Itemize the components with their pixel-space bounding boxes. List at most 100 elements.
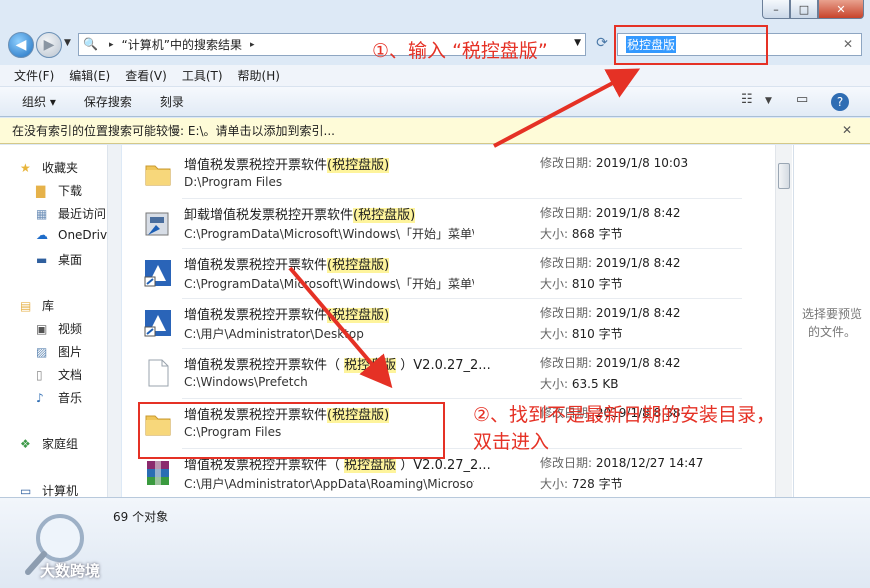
- breadcrumb-separator-icon[interactable]: ▸: [250, 40, 255, 50]
- preview-message: 选择要预览的文件。: [801, 307, 862, 339]
- result-name: 增值税发票税控开票软件(税控盘版): [184, 308, 390, 323]
- nav-libraries[interactable]: ▤ 库: [20, 297, 54, 314]
- result-path: D:\Program Files: [184, 175, 283, 189]
- result-row[interactable]: 增值税发票税控开票软件(税控盘版) C:\ProgramData\Microsof…: [136, 249, 766, 297]
- result-row[interactable]: 卸载增值税发票税控开票软件(税控盘版) C:\ProgramData\Micros…: [136, 199, 766, 247]
- menu-file[interactable]: 文件(F): [14, 67, 54, 84]
- result-path: C:\ProgramData\Microsoft\Windows\「开始」菜单\…: [184, 277, 474, 291]
- close-button[interactable]: ✕: [818, 0, 864, 19]
- menu-view[interactable]: 查看(V): [125, 67, 167, 84]
- result-row[interactable]: 增值税发票税控开票软件(税控盘版) D:\Program Files 修改日期: 2…: [136, 149, 766, 197]
- results-scrollbar[interactable]: [775, 145, 792, 497]
- forward-button[interactable]: ▶: [36, 32, 62, 58]
- result-size: 大小: 810 字节: [540, 277, 623, 291]
- result-modified: 修改日期: 2019/1/8 8:42: [540, 356, 681, 370]
- breadcrumb-search-results[interactable]: “计算机”中的搜索结果: [122, 36, 242, 53]
- nav-label: 音乐: [58, 391, 83, 405]
- nav-scrollbar[interactable]: [107, 145, 121, 497]
- result-modified: 修改日期: 2018/12/27 14:47: [540, 456, 704, 470]
- nav-favorites[interactable]: ★ 收藏夹: [20, 159, 78, 176]
- nav-label: 文档: [58, 368, 83, 382]
- details-pane: 69 个对象 大数跨境: [0, 497, 870, 588]
- menu-tools[interactable]: 工具(T): [182, 67, 223, 84]
- result-size: 大小: 868 字节: [540, 227, 623, 241]
- burn-button[interactable]: 刻录: [160, 93, 184, 110]
- organize-button[interactable]: 组织 ▾: [22, 93, 56, 110]
- info-bar-text: 在没有索引的位置搜索可能较慢: E:\。请单击以添加到索引...: [12, 124, 335, 138]
- nav-label: 图片: [58, 345, 83, 359]
- result-name: 增值税发票税控开票软件(税控盘版): [184, 258, 390, 273]
- nav-recent[interactable]: ▦ 最近访问的: [36, 205, 118, 222]
- nav-label: 家庭组: [42, 437, 79, 451]
- annotation-box-search: [614, 25, 768, 65]
- result-row[interactable]: 增值税发票税控开票软件（ 税控盘版 ）V2.0.27_2... C:\Window…: [136, 349, 766, 397]
- minimize-button[interactable]: –: [762, 0, 790, 19]
- save-search-button[interactable]: 保存搜索: [84, 93, 132, 110]
- result-modified: 修改日期: 2019/1/8 8:42: [540, 306, 681, 320]
- window-controls: – □ ✕: [762, 0, 864, 19]
- preview-pane: 选择要预览的文件。: [793, 145, 870, 497]
- nav-documents[interactable]: ▯ 文档: [36, 366, 82, 383]
- preview-pane-icon[interactable]: ▭: [796, 92, 808, 107]
- address-dropdown-icon[interactable]: ▼: [574, 38, 581, 48]
- back-button[interactable]: ◀: [8, 32, 34, 58]
- menu-edit[interactable]: 编辑(E): [69, 67, 110, 84]
- menu-help[interactable]: 帮助(H): [238, 67, 280, 84]
- result-name: 增值税发票税控开票软件（ 税控盘版 ）V2.0.27_2...: [184, 358, 491, 373]
- result-path: C:\用户\Administrator\AppData\Roaming\Micr…: [184, 477, 474, 491]
- nav-label: 收藏夹: [42, 161, 79, 175]
- maximize-button[interactable]: □: [790, 0, 818, 19]
- nav-label: 视频: [58, 322, 83, 336]
- video-icon: ▣: [36, 321, 48, 336]
- scrollbar-thumb[interactable]: [778, 163, 790, 189]
- nav-label: OneDrive: [58, 228, 115, 242]
- result-size: 大小: 728 字节: [540, 477, 623, 491]
- annotation-step2-line1: ②、找到不是最新日期的安装目录，: [473, 404, 776, 426]
- annotation-box-target: [138, 402, 445, 459]
- arrow-left-icon: ◀: [15, 37, 27, 53]
- blank-file-icon: [142, 357, 174, 389]
- breadcrumb-separator-icon[interactable]: ▸: [109, 40, 114, 50]
- cloud-icon: ☁: [36, 228, 48, 242]
- nav-desktop[interactable]: ▬ 桌面: [36, 251, 82, 268]
- library-icon: ▤: [20, 298, 32, 313]
- arrow-right-icon: ▶: [43, 37, 55, 53]
- nav-onedrive[interactable]: ☁ OneDrive: [36, 228, 114, 242]
- winrar-icon: [142, 457, 174, 489]
- folder-icon: [142, 157, 174, 189]
- explorer-window: – □ ✕ ◀ ▶ ▼ 🔍 ▸ “计算机”中的搜索结果 ▸ ▼ ⟳ 税控盘版 ✕…: [0, 0, 870, 588]
- nav-downloads[interactable]: ▇ 下载: [36, 182, 82, 199]
- nav-pictures[interactable]: ▨ 图片: [36, 343, 82, 360]
- navigation-pane: ★ 收藏夹 ▇ 下载 ▦ 最近访问的 ☁ OneDrive ▬ 桌面 ▤ 库 ▣ 视频 ▨ 图片…: [0, 145, 118, 498]
- item-count: 69 个对象: [113, 510, 169, 524]
- nav-homegroup[interactable]: ❖ 家庭组: [20, 435, 78, 452]
- nav-videos[interactable]: ▣ 视频: [36, 320, 82, 337]
- annotation-step2-line2: 双击进入: [473, 431, 550, 453]
- annotation-step1: ①、输入 “税控盘版”: [372, 40, 548, 62]
- nav-label: 桌面: [58, 253, 83, 267]
- result-row[interactable]: 增值税发票税控开票软件(税控盘版) C:\用户\Administrator\Des…: [136, 299, 766, 347]
- result-path: C:\ProgramData\Microsoft\Windows\「开始」菜单\…: [184, 227, 474, 241]
- result-size: 大小: 63.5 KB: [540, 377, 619, 391]
- music-icon: ♪: [36, 390, 44, 405]
- star-icon: ★: [20, 160, 31, 175]
- view-options-icon[interactable]: ☷: [741, 92, 753, 107]
- refresh-icon[interactable]: ⟳: [592, 35, 612, 55]
- nav-music[interactable]: ♪ 音乐: [36, 389, 82, 406]
- menu-bar: 文件(F) 编辑(E) 查看(V) 工具(T) 帮助(H): [0, 65, 870, 87]
- index-info-bar[interactable]: 在没有索引的位置搜索可能较慢: E:\。请单击以添加到索引... ✕: [0, 118, 870, 144]
- result-modified: 修改日期: 2019/1/8 10:03: [540, 156, 689, 170]
- close-info-bar-icon[interactable]: ✕: [842, 123, 852, 137]
- help-icon[interactable]: ?: [831, 93, 849, 111]
- recent-pages-dropdown[interactable]: ▼: [64, 38, 71, 48]
- homegroup-icon: ❖: [20, 436, 31, 451]
- result-name: 增值税发票税控开票软件(税控盘版): [184, 158, 390, 173]
- app-shortcut-icon: [142, 307, 174, 339]
- view-dropdown-icon[interactable]: ▼: [765, 96, 772, 106]
- command-bar: 组织 ▾ 保存搜索 刻录 ☷ ▼ ▭ ?: [0, 87, 870, 117]
- document-icon: ▯: [36, 367, 43, 382]
- recent-places-icon: ▦: [36, 206, 48, 221]
- picture-icon: ▨: [36, 344, 48, 359]
- result-modified: 修改日期: 2019/1/8 8:42: [540, 256, 681, 270]
- clear-search-icon[interactable]: ✕: [843, 37, 853, 51]
